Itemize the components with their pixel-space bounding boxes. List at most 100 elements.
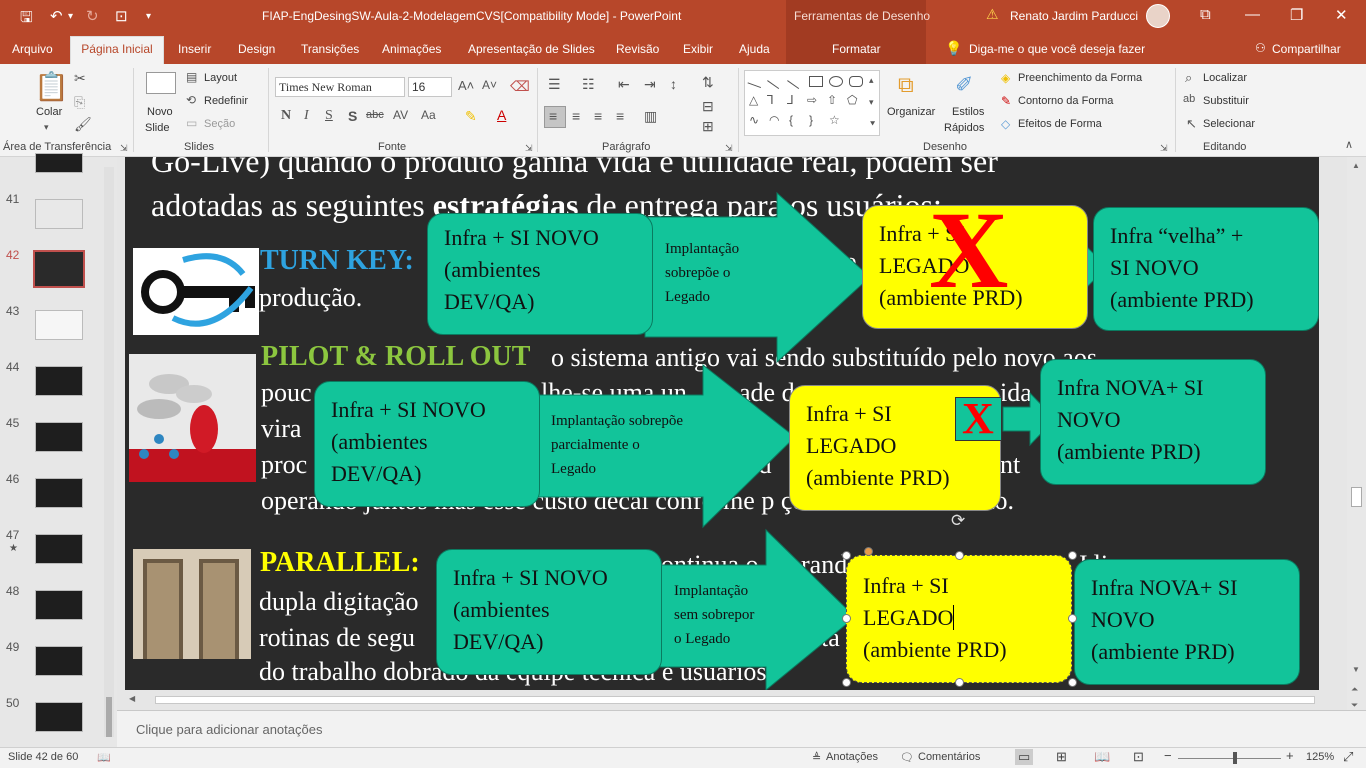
align-right-icon[interactable]: ≡ [594, 108, 602, 124]
row3-legacy-box-selected[interactable]: Infra + SI LEGADO (ambiente PRD) [846, 555, 1072, 683]
normal-view-icon[interactable]: ▭ [1015, 749, 1034, 765]
clipboard-launcher-icon[interactable]: ⇲ [120, 143, 128, 154]
slide-thumbnail[interactable] [35, 646, 83, 676]
spellcheck-icon[interactable]: 📖 [97, 751, 111, 764]
zoom-in-icon[interactable]: + [1286, 748, 1294, 763]
shape-effects-button[interactable]: Efeitos de Forma [1018, 118, 1102, 130]
underline-icon[interactable]: S [325, 108, 333, 124]
zoom-out-icon[interactable]: − [1164, 748, 1172, 763]
slide-thumbnail[interactable] [35, 590, 83, 620]
pentagon-shape-icon[interactable]: ⬠ [847, 93, 857, 107]
warning-icon[interactable]: ⚠ [986, 6, 999, 23]
quick-styles-button[interactable]: Estilos [952, 106, 984, 118]
quick-styles-icon[interactable]: ✐ [955, 72, 973, 98]
slide-canvas[interactable]: Go-Live) quando o produto ganha vida e u… [125, 157, 1319, 690]
change-case-icon[interactable]: Aa [421, 108, 436, 122]
avatar[interactable] [1146, 4, 1170, 28]
resize-handle[interactable] [1068, 551, 1077, 560]
align-center-icon[interactable]: ≡ [572, 108, 580, 124]
slide-sorter-icon[interactable]: ⊞ [1056, 749, 1067, 765]
previous-slide-icon[interactable]: ⏶ [1351, 684, 1358, 695]
layout-icon[interactable]: ▤ [186, 70, 197, 84]
gallery-more-icon[interactable]: ⯆ [869, 119, 876, 130]
decrease-indent-icon[interactable]: ⇤ [618, 76, 630, 93]
brace-left-shape-icon[interactable]: { [789, 113, 793, 127]
slide-thumbnail[interactable] [35, 422, 83, 452]
arrange-button[interactable]: Organizar [887, 106, 935, 118]
notes-placeholder[interactable]: Clique para adicionar anotações [136, 722, 322, 737]
row3-result-box[interactable]: Infra NOVA+ SI NOVO (ambiente PRD) [1074, 559, 1300, 685]
notes-icon[interactable]: ≜ [812, 751, 821, 764]
line-spacing-icon[interactable]: ↕ [670, 76, 677, 92]
tab-slideshow[interactable]: Apresentação de Slides [468, 42, 595, 56]
layout-button[interactable]: Layout [204, 72, 237, 84]
slide-thumbnail-selected[interactable] [33, 250, 85, 288]
new-slide-button[interactable]: Novo [147, 106, 173, 118]
row1-result-box[interactable]: Infra “velha” + SI NOVO (ambiente PRD) [1093, 207, 1319, 331]
comments-icon[interactable]: 🗨 [900, 751, 914, 764]
bold-icon[interactable]: N [281, 108, 291, 124]
new-slide-icon[interactable] [146, 72, 176, 94]
presentation-mode-icon[interactable]: ⊡ [115, 7, 128, 25]
replace-button[interactable]: Substituir [1203, 95, 1249, 107]
zoom-slider-thumb[interactable] [1233, 752, 1237, 764]
font-size-combo[interactable]: 16 [408, 77, 452, 97]
resize-handle[interactable] [1068, 614, 1077, 623]
scroll-left-icon[interactable]: ◀ [129, 694, 135, 703]
reading-view-icon[interactable]: 📖 [1094, 749, 1110, 765]
format-painter-icon[interactable]: 🖌 [74, 116, 92, 133]
row1-arrow-label[interactable]: Implantação sobrepõe o Legado [665, 237, 739, 309]
gallery-up-icon[interactable]: ▴ [869, 75, 874, 86]
font-color-icon[interactable]: A [497, 107, 506, 123]
select-button[interactable]: Selecionar [1203, 118, 1255, 130]
arrange-icon[interactable]: ⧉ [898, 72, 914, 98]
smartart-icon[interactable]: ⊞ [702, 118, 714, 135]
slide-thumbnail[interactable] [35, 366, 83, 396]
shape-effects-icon[interactable]: ◇ [1001, 117, 1010, 131]
tab-file[interactable]: Arquivo [12, 42, 53, 56]
text-direction-icon[interactable]: ⇅ [702, 74, 714, 91]
undo-icon[interactable]: ↶ [50, 7, 63, 25]
slideshow-icon[interactable]: ⊡ [1133, 749, 1144, 765]
tab-transitions[interactable]: Transições [301, 42, 359, 56]
horizontal-scroll-thumb[interactable] [155, 696, 1315, 704]
row2-new-system-box[interactable]: Infra + SI NOVO (ambientes DEV/QA) [314, 381, 540, 507]
star-shape-icon[interactable]: ☆ [829, 113, 840, 127]
shape-outline-icon[interactable]: ✎ [1001, 94, 1011, 108]
connector-shape-icon[interactable]: ⅂ [767, 93, 774, 107]
undo-dropdown-icon[interactable]: ▾ [68, 11, 73, 22]
arrow-shape-icon[interactable] [767, 71, 785, 90]
row2-arrow-label[interactable]: Implantação sobrepõe parcialmente o Lega… [551, 409, 683, 481]
scroll-down-icon[interactable]: ▼ [1352, 665, 1360, 674]
increase-indent-icon[interactable]: ⇥ [644, 76, 656, 93]
resize-handle[interactable] [955, 551, 964, 560]
elbow-shape-icon[interactable]: ⅃ [787, 93, 794, 107]
reset-icon[interactable]: ⟲ [186, 93, 196, 107]
oval-shape-icon[interactable] [829, 76, 843, 87]
font-launcher-icon[interactable]: ⇲ [525, 143, 533, 154]
gallery-down-icon[interactable]: ▾ [869, 97, 874, 108]
replace-icon[interactable]: ab [1183, 93, 1195, 105]
justify-icon[interactable]: ≡ [616, 108, 624, 124]
numbering-icon[interactable]: ☷ [582, 76, 595, 93]
paragraph-launcher-icon[interactable]: ⇲ [725, 143, 733, 154]
paste-dropdown-icon[interactable]: ▾ [44, 122, 49, 133]
strikethrough-icon[interactable]: abc [366, 109, 384, 121]
fit-to-window-icon[interactable]: ⤢ [1343, 749, 1353, 765]
slide-thumbnail[interactable] [35, 310, 83, 340]
columns-icon[interactable]: ▥ [644, 108, 657, 125]
rounded-rect-shape-icon[interactable] [849, 76, 863, 87]
slide-thumbnail[interactable] [35, 153, 83, 173]
tell-me-input[interactable]: Diga-me o que você deseja fazer [969, 42, 1145, 56]
double-arrow-shape-icon[interactable] [787, 71, 805, 90]
horizontal-scrollbar[interactable]: ◀ [125, 692, 1319, 708]
zoom-slider-track[interactable] [1178, 758, 1281, 759]
close-icon[interactable]: ✕ [1335, 6, 1348, 24]
rotate-handle-icon[interactable]: ⟳ [951, 511, 965, 531]
vertical-scrollbar[interactable]: ▲ ▼ ⏶ ⏷ [1347, 157, 1366, 717]
char-spacing-icon[interactable]: AV [393, 108, 408, 122]
row1-new-system-box[interactable]: Infra + SI NOVO (ambientes DEV/QA) [427, 213, 653, 335]
quick-styles-button-line2[interactable]: Rápidos [944, 122, 984, 134]
minimize-icon[interactable]: — [1245, 6, 1260, 23]
tab-format[interactable]: Formatar [832, 42, 881, 56]
